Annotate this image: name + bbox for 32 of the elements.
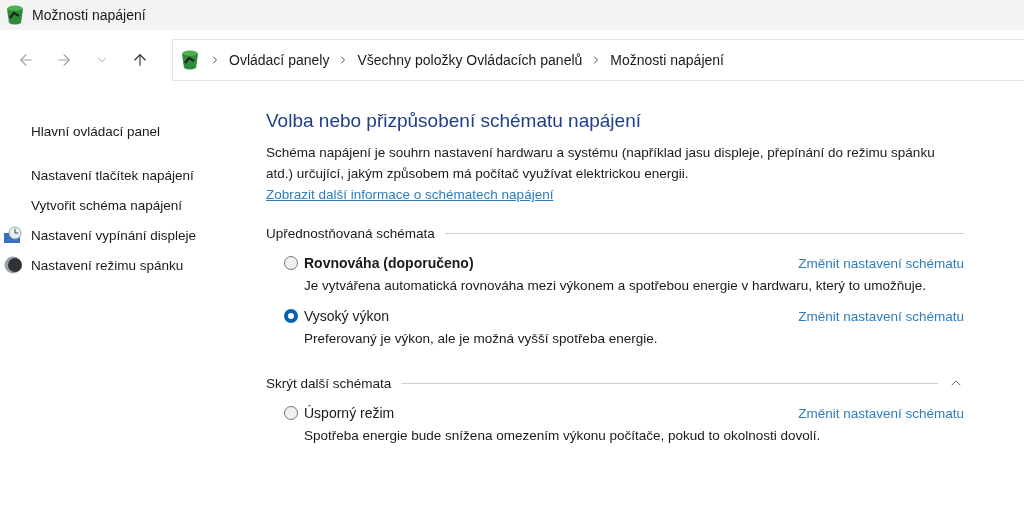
forward-arrow-icon bbox=[55, 51, 73, 69]
radio-button[interactable] bbox=[284, 256, 298, 270]
change-settings-link[interactable]: Změnit nastavení schématu bbox=[798, 308, 964, 324]
page-heading: Volba nebo přizpůsobení schématu napájení bbox=[266, 110, 642, 132]
power-plan-icon bbox=[4, 4, 26, 26]
power-plan-icon bbox=[179, 49, 201, 71]
sidebar-link[interactable]: Hlavní ovládací panel bbox=[31, 123, 161, 139]
scheme-description: Preferovaný je výkon, ale je možná vyšší spotřeba energie. bbox=[304, 330, 659, 348]
change-settings-link[interactable]: Změnit nastavení schématu bbox=[798, 405, 964, 421]
breadcrumb-item[interactable]: Možnosti napájení bbox=[610, 52, 724, 68]
scheme-name: Rovnováha (doporučeno) bbox=[304, 255, 474, 271]
radio-button[interactable] bbox=[284, 406, 298, 420]
group-heading: Upřednostňovaná schémata bbox=[266, 225, 435, 241]
window-title: Možnosti napájení bbox=[32, 7, 146, 23]
monitor-clock-icon bbox=[3, 225, 23, 245]
scheme-name: Vysoký výkon bbox=[304, 308, 390, 324]
moon-icon bbox=[3, 255, 23, 275]
more-info-link[interactable]: Zobrazit další informace o schématech napájení bbox=[266, 187, 554, 202]
sidebar-link[interactable]: Nastavení režimu spánku bbox=[31, 257, 184, 273]
sidebar-link[interactable]: Nastavení tlačítek napájení bbox=[31, 167, 194, 183]
breadcrumb-item[interactable]: Ovládací panely bbox=[229, 52, 330, 68]
sidebar-link[interactable]: Nastavení vypínání displeje bbox=[31, 227, 197, 243]
sidebar-link[interactable]: Vytvořit schéma napájení bbox=[31, 197, 183, 213]
intro-paragraph: Schéma napájení je souhrn nastavení hardwaru a systému (například jasu displeje, přepínání do režimu spánku atd.) určující, jakým způsobem má počítač využívat elektrickou energii. Zobrazit další informace o schématech napájení bbox=[266, 144, 936, 204]
address-bar[interactable]: Ovládací panely Všechny položky Ovládacích panelů Možnosti napájení bbox=[172, 39, 1024, 81]
change-settings-link[interactable]: Změnit nastavení schématu bbox=[798, 255, 964, 271]
scheme-name: Úsporný režim bbox=[304, 405, 395, 421]
group-heading[interactable]: Skrýt další schémata bbox=[266, 375, 392, 391]
breadcrumb-item[interactable]: Všechny položky Ovládacích panelů bbox=[357, 52, 583, 68]
radio-button[interactable] bbox=[284, 309, 298, 323]
scheme-description: Je vytvářena automatická rovnováha mezi výkonem a spotřebou energie v hardwaru, který to umožňuje. bbox=[304, 277, 928, 295]
scheme-description: Spotřeba energie bude snížena omezením výkonu počítače, pokud to okolnosti dovolí. bbox=[304, 427, 822, 445]
